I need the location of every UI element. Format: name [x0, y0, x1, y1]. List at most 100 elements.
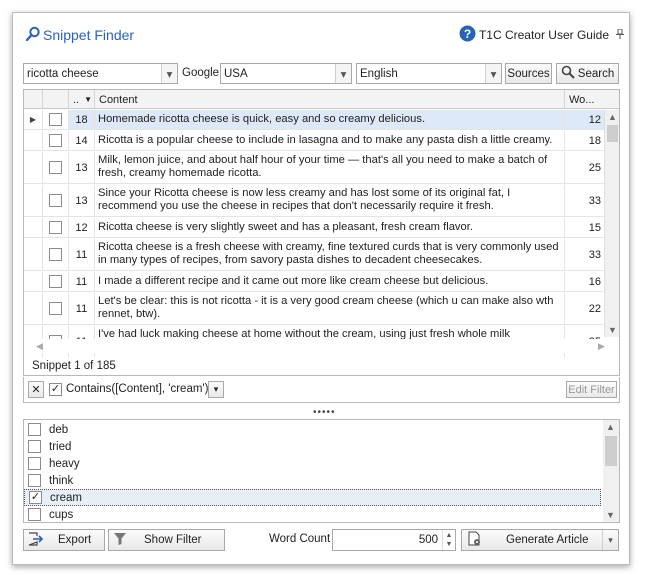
- row-select-cell: [43, 218, 69, 237]
- stepper-arrows[interactable]: ▲ ▼: [442, 530, 455, 550]
- chevron-down-icon[interactable]: ▾: [335, 64, 351, 83]
- filter-active-checkbox[interactable]: ✓: [49, 383, 62, 396]
- row-word-count: 33: [588, 194, 601, 207]
- table-row[interactable]: 12 Ricotta cheese is very slightly sweet…: [24, 218, 604, 238]
- sources-button[interactable]: Sources: [505, 63, 552, 84]
- export-button[interactable]: Export: [23, 529, 105, 551]
- list-item[interactable]: ✓ cream: [24, 489, 601, 506]
- filter-history-button[interactable]: ▾: [208, 381, 224, 398]
- list-item-label: tried: [49, 440, 72, 453]
- header-word-count[interactable]: Wo...: [565, 90, 604, 109]
- header-select[interactable]: [43, 90, 69, 109]
- stepper-down-icon[interactable]: ▼: [446, 540, 453, 549]
- language-combo[interactable]: English ▾: [356, 63, 502, 84]
- scroll-right-icon[interactable]: ▶: [594, 339, 609, 353]
- table-row[interactable]: 13 Milk, lemon juice, and about half hou…: [24, 152, 604, 184]
- list-item[interactable]: deb: [24, 421, 601, 438]
- list-item[interactable]: cups: [24, 506, 601, 523]
- scroll-up-icon[interactable]: ▲: [603, 420, 618, 434]
- query-combo[interactable]: ricotta cheese ▾: [23, 63, 178, 84]
- scroll-down-icon[interactable]: ▼: [603, 508, 618, 522]
- word-count-stepper[interactable]: 500 ▲ ▼: [332, 529, 456, 551]
- table-row[interactable]: 13 Since your Ricotta cheese is now less…: [24, 185, 604, 217]
- row-indicator: [24, 152, 43, 183]
- grid-vertical-scrollbar[interactable]: ▲ ▼: [604, 110, 619, 337]
- row-checkbox[interactable]: [49, 161, 62, 174]
- list-item-checkbox[interactable]: [28, 423, 41, 436]
- app-title-text: Snippet Finder: [43, 27, 135, 43]
- svg-text:?: ?: [464, 27, 471, 41]
- scroll-up-icon[interactable]: ▲: [605, 110, 620, 124]
- chevron-down-icon: ▾: [213, 384, 219, 394]
- row-checkbox[interactable]: [49, 134, 62, 147]
- list-item-checkbox[interactable]: [28, 474, 41, 487]
- user-guide-link[interactable]: ? T1C Creator User Guide: [459, 24, 609, 46]
- list-vertical-scrollbar[interactable]: ▲ ▼: [603, 420, 619, 522]
- checkmark-icon: ✓: [50, 383, 61, 395]
- generate-article-label: Generate Article: [506, 534, 589, 546]
- row-checkbox[interactable]: [49, 113, 62, 126]
- word-list: deb tried heavy think ✓ cream cups ▲ ▼: [23, 419, 620, 523]
- row-indicator: [24, 293, 43, 324]
- country-combo[interactable]: USA ▾: [220, 63, 352, 84]
- row-checkbox[interactable]: [49, 275, 62, 288]
- row-word-count: 15: [588, 221, 601, 234]
- filter-expression[interactable]: Contains([Content], 'cream'): [66, 383, 208, 395]
- row-word-count: 22: [588, 302, 601, 315]
- snippet-count-status: Snippet 1 of 185: [32, 360, 116, 372]
- search-button[interactable]: Search: [556, 63, 619, 84]
- row-indicator: [24, 131, 43, 150]
- splitter-grip[interactable]: •••••: [313, 407, 336, 418]
- scroll-left-icon[interactable]: ◀: [32, 339, 47, 353]
- grid-horizontal-scrollbar[interactable]: ◀ ▶: [24, 339, 619, 353]
- row-content: Milk, lemon juice, and about half hour o…: [95, 152, 565, 183]
- chevron-down-icon[interactable]: ▾: [602, 530, 618, 550]
- row-checkbox[interactable]: [49, 302, 62, 315]
- scroll-thumb[interactable]: [607, 125, 618, 142]
- table-row[interactable]: 11 Let's be clear: this is not ricotta -…: [24, 293, 604, 325]
- list-item[interactable]: think: [24, 472, 601, 489]
- header-content[interactable]: Content: [95, 90, 565, 109]
- user-guide-label: T1C Creator User Guide: [478, 28, 609, 42]
- row-rank: 14: [69, 131, 95, 150]
- clear-filter-button[interactable]: ✕: [28, 381, 44, 398]
- export-label: Export: [58, 534, 92, 546]
- row-rank: 13: [69, 152, 95, 183]
- list-item[interactable]: heavy: [24, 455, 601, 472]
- pin-icon[interactable]: [616, 28, 624, 42]
- list-item[interactable]: tried: [24, 438, 601, 455]
- list-item-checkbox[interactable]: ✓: [29, 491, 42, 504]
- generate-article-button[interactable]: Generate Article ▾: [461, 529, 619, 551]
- table-row[interactable]: 11 I made a different recipe and it came…: [24, 272, 604, 292]
- row-checkbox[interactable]: [49, 221, 62, 234]
- table-row[interactable]: 14 Ricotta is a popular cheese to includ…: [24, 131, 604, 151]
- row-select-cell: [43, 293, 69, 324]
- table-row[interactable]: 11 Ricotta cheese is a fresh cheese with…: [24, 239, 604, 271]
- checkbox-checked: ✓: [49, 383, 62, 396]
- row-indicator-icon: ▶: [24, 110, 43, 129]
- chevron-down-icon[interactable]: ▾: [485, 64, 501, 83]
- row-select-cell: [43, 185, 69, 216]
- row-select-cell: [43, 272, 69, 291]
- list-item-checkbox[interactable]: [28, 440, 41, 453]
- stepper-up-icon[interactable]: ▲: [446, 531, 453, 540]
- funnel-icon: [113, 532, 127, 549]
- row-rank: 18: [69, 110, 95, 129]
- grid-header: .. ▼ Content Wo...: [24, 90, 619, 109]
- table-row[interactable]: ▶ 18 Homemade ricotta cheese is quick, e…: [24, 110, 604, 130]
- header-rank[interactable]: .. ▼: [69, 90, 95, 109]
- row-checkbox[interactable]: [49, 248, 62, 261]
- show-filter-button[interactable]: Show Filter: [108, 529, 225, 551]
- row-select-cell: [43, 152, 69, 183]
- list-item-checkbox[interactable]: [28, 508, 41, 521]
- chevron-down-icon[interactable]: ▾: [161, 64, 177, 83]
- scroll-down-icon[interactable]: ▼: [605, 323, 620, 337]
- row-checkbox[interactable]: [49, 194, 62, 207]
- scroll-thumb[interactable]: [605, 436, 617, 466]
- list-item-checkbox[interactable]: [28, 457, 41, 470]
- help-icon: ?: [459, 25, 476, 45]
- edit-filter-button[interactable]: Edit Filter: [566, 381, 617, 398]
- language-value: English: [360, 67, 398, 80]
- row-rank: 11: [69, 239, 95, 270]
- row-rank: 11: [69, 293, 95, 324]
